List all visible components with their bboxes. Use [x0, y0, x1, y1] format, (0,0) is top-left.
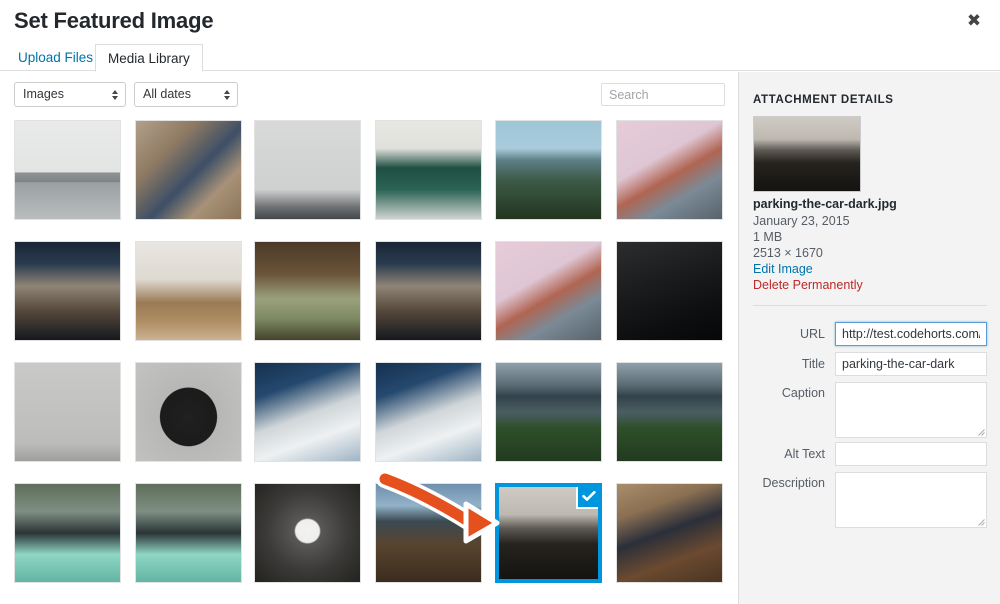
- field-label-description: Description: [762, 476, 825, 490]
- media-item[interactable]: [14, 362, 121, 462]
- field-label-url: URL: [799, 327, 825, 341]
- filter-date-select[interactable]: All dates: [134, 82, 238, 107]
- media-thumbnail-under-pier-waves: [255, 242, 360, 340]
- media-thumbnail-glass-lattice-roof: [255, 121, 360, 219]
- media-thumbnail-green-bridge-underside: [376, 121, 481, 219]
- media-thumbnail-sunlit-clouds-sky-2: [376, 363, 481, 461]
- media-thumbnail-golden-gate-pink-sky-2: [496, 242, 601, 340]
- media-grid: [0, 112, 738, 604]
- filter-type-value: Images: [23, 87, 64, 101]
- media-thumbnail-scuba-diver-dark-water: [617, 242, 722, 340]
- chevron-updown-icon: [112, 89, 118, 100]
- delete-permanently-link[interactable]: Delete Permanently: [753, 278, 863, 292]
- media-thumbnail-golden-gate-pink-sky: [617, 121, 722, 219]
- media-thumbnail-narrow-old-town-street: [15, 242, 120, 340]
- attachment-details-heading: ATTACHMENT DETAILS: [753, 94, 894, 106]
- media-modal: Set Featured Image ✖ Upload Files Media …: [0, 0, 1000, 604]
- media-item[interactable]: [254, 483, 361, 583]
- media-item[interactable]: [495, 120, 602, 220]
- url-field[interactable]: [835, 322, 987, 346]
- page-title: Set Featured Image: [14, 8, 214, 33]
- media-thumbnail-kayak-feet-lake: [496, 363, 601, 461]
- attachment-date: January 23, 2015: [753, 214, 850, 228]
- media-item[interactable]: [616, 241, 723, 341]
- media-item[interactable]: [135, 362, 242, 462]
- field-label-caption: Caption: [781, 386, 825, 400]
- media-thumbnail-narrow-old-town-street-2: [376, 242, 481, 340]
- media-item[interactable]: [495, 362, 602, 462]
- media-thumbnail-white-window-dark-frame: [255, 484, 360, 582]
- media-thumbnail-red-mailbox-mural: [136, 121, 241, 219]
- caption-field[interactable]: [835, 382, 987, 438]
- checkmark-icon[interactable]: [576, 487, 598, 509]
- divider: [753, 305, 987, 306]
- media-item[interactable]: [616, 483, 723, 583]
- media-thumbnail-black-typewriter: [136, 363, 241, 461]
- title-field[interactable]: [835, 352, 987, 376]
- close-icon[interactable]: ✖: [956, 6, 992, 36]
- tab-bar: Upload Files Media Library: [0, 44, 1000, 72]
- media-thumbnail-type-specimen-sheet: [15, 363, 120, 461]
- filter-type-select[interactable]: Images: [14, 82, 126, 107]
- media-thumbnail-wooden-pier-sunset: [376, 484, 481, 582]
- media-item[interactable]: [616, 362, 723, 462]
- field-label-alt-text: Alt Text: [784, 447, 825, 461]
- field-row: URL: [739, 322, 1000, 346]
- media-item[interactable]: [254, 120, 361, 220]
- edit-image-link[interactable]: Edit Image: [753, 262, 813, 276]
- media-thumbnail-kayak-feet-lake-2: [617, 363, 722, 461]
- media-thumbnail-mint-scooter-street-2: [136, 484, 241, 582]
- tab-upload-files[interactable]: Upload Files: [6, 44, 105, 72]
- media-item[interactable]: [254, 362, 361, 462]
- media-thumbnail-bridge-pillars-bw: [15, 121, 120, 219]
- attachment-dimensions: 2513 × 1670: [753, 246, 823, 260]
- media-item-selected[interactable]: [495, 483, 602, 583]
- attachment-filesize: 1 MB: [753, 230, 783, 244]
- media-item[interactable]: [375, 120, 482, 220]
- tab-media-library[interactable]: Media Library: [95, 44, 203, 72]
- media-thumbnail-coastal-city-ocean: [496, 121, 601, 219]
- alt-text-field[interactable]: [835, 442, 987, 466]
- media-item[interactable]: [375, 483, 482, 583]
- attachment-details-panel: ATTACHMENT DETAILS parking-the-car-dark.…: [738, 72, 1000, 604]
- media-item[interactable]: [135, 241, 242, 341]
- field-row: Description: [739, 472, 1000, 528]
- media-item[interactable]: [375, 241, 482, 341]
- media-thumbnail-mint-scooter-street: [15, 484, 120, 582]
- media-item[interactable]: [375, 362, 482, 462]
- media-thumbnail-person-sitting-stool: [617, 484, 722, 582]
- field-row: Caption: [739, 382, 1000, 438]
- field-row: Title: [739, 352, 1000, 376]
- media-item[interactable]: [254, 241, 361, 341]
- media-item[interactable]: [135, 120, 242, 220]
- attachment-filename: parking-the-car-dark.jpg: [753, 197, 897, 211]
- description-field[interactable]: [835, 472, 987, 528]
- media-item[interactable]: [616, 120, 723, 220]
- media-thumbnail-dining-table-chairs: [136, 242, 241, 340]
- filter-date-value: All dates: [143, 87, 191, 101]
- media-item[interactable]: [14, 483, 121, 583]
- search-input[interactable]: [601, 83, 725, 106]
- field-label-title: Title: [801, 357, 825, 371]
- media-item[interactable]: [135, 483, 242, 583]
- media-item[interactable]: [495, 241, 602, 341]
- chevron-updown-icon: [224, 89, 230, 100]
- media-item[interactable]: [14, 120, 121, 220]
- media-item[interactable]: [14, 241, 121, 341]
- field-row: Alt Text: [739, 442, 1000, 466]
- attachment-thumbnail: [753, 116, 861, 192]
- media-thumbnail-sunlit-clouds-sky: [255, 363, 360, 461]
